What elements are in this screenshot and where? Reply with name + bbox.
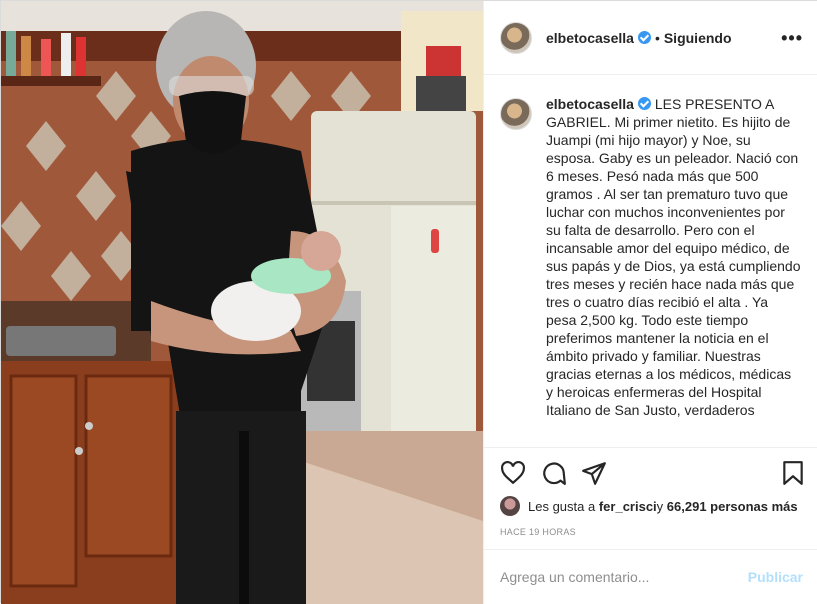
likes-count[interactable]: 66,291 personas más xyxy=(667,499,798,514)
publish-button[interactable]: Publicar xyxy=(748,569,803,585)
liker-username[interactable]: fer_crisci xyxy=(599,499,657,514)
caption-avatar[interactable] xyxy=(500,98,532,130)
author-avatar[interactable] xyxy=(500,21,532,54)
post-sidebar: elbetocasella • Siguiendo ••• elbetocase… xyxy=(483,1,817,604)
liker-avatar[interactable] xyxy=(500,496,520,516)
share-icon[interactable] xyxy=(581,460,607,486)
verified-badge-icon xyxy=(637,31,651,44)
comment-box: Agrega un comentario... Publicar xyxy=(484,549,817,604)
bookmark-icon[interactable] xyxy=(780,460,806,486)
comment-input[interactable]: Agrega un comentario... xyxy=(500,569,748,585)
separator-dot: • xyxy=(654,29,660,46)
action-icons xyxy=(500,460,803,488)
caption-verified-badge-icon xyxy=(637,97,651,110)
post-header: elbetocasella • Siguiendo ••• xyxy=(484,1,817,75)
following-button[interactable]: Siguiendo xyxy=(664,30,732,46)
likes-middle: y xyxy=(656,498,664,514)
photo-illustration xyxy=(1,1,483,604)
caption-section: elbetocasella LES PRESENTO A GABRIEL. Mi… xyxy=(484,75,817,447)
caption: elbetocasella LES PRESENTO A GABRIEL. Mi… xyxy=(546,95,801,447)
comment-icon[interactable] xyxy=(541,460,567,486)
likes-prefix: Les gusta a xyxy=(528,498,596,514)
more-options-icon[interactable]: ••• xyxy=(781,28,803,49)
likes-summary: Les gusta a fer_crisci y 66,291 personas… xyxy=(500,496,798,516)
post-timestamp[interactable]: HACE 19 HORAS xyxy=(500,527,576,537)
heart-icon[interactable] xyxy=(500,460,526,486)
author-username[interactable]: elbetocasella xyxy=(546,30,634,46)
instagram-post: elbetocasella • Siguiendo ••• elbetocase… xyxy=(0,0,817,604)
caption-text: LES PRESENTO A GABRIEL. Mi primer nietit… xyxy=(546,96,801,418)
caption-username[interactable]: elbetocasella xyxy=(546,96,634,112)
post-photo[interactable] xyxy=(1,1,483,604)
